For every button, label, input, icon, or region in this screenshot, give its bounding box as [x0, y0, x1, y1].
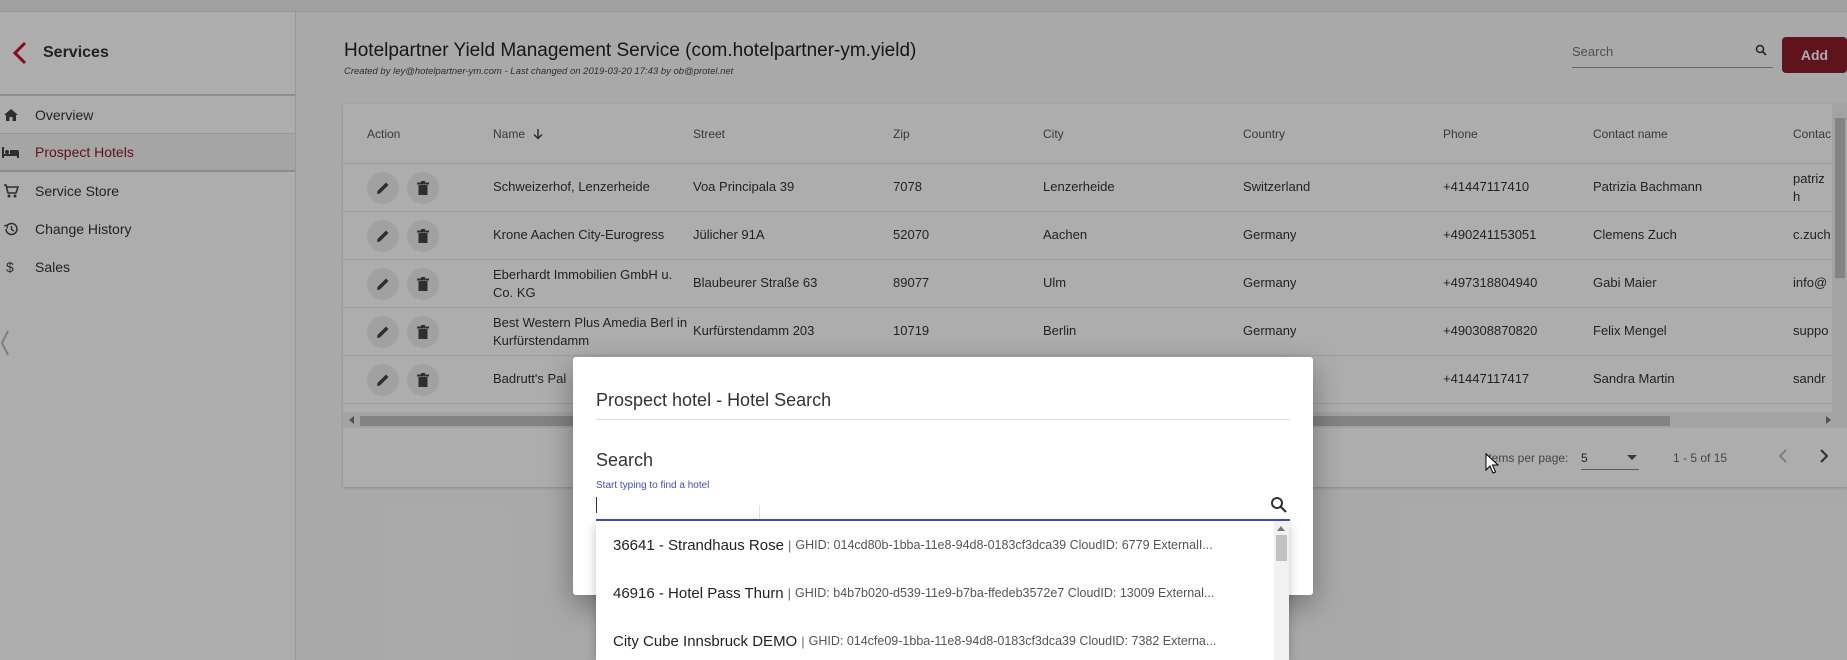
scroll-up-icon[interactable]: [1277, 525, 1285, 531]
search-icon[interactable]: [1270, 496, 1288, 514]
option-separator: |: [801, 633, 805, 649]
hotel-search-input[interactable]: [596, 491, 1236, 519]
search-field-hint: Start typing to find a hotel: [596, 480, 710, 491]
option-title: 36641 - Strandhaus Rose: [613, 536, 784, 554]
autocomplete-option[interactable]: City Cube Innsbruck DEMO | GHID: 014cfe0…: [596, 617, 1274, 660]
app-root: Services Overview Prospect Hotels Servic…: [0, 0, 1847, 660]
autocomplete-option[interactable]: 46916 - Hotel Pass Thurn | GHID: b4b7b02…: [596, 569, 1274, 617]
option-details: GHID: b4b7b020-d539-11e9-b7ba-ffedeb3572…: [795, 586, 1215, 600]
option-details: GHID: 014cd80b-1bba-11e8-94d8-0183cf3dca…: [795, 538, 1213, 552]
dialog-title: Prospect hotel - Hotel Search: [596, 390, 832, 410]
input-divider: [759, 505, 760, 519]
text-caret: [596, 497, 597, 513]
hotel-autocomplete-panel: 36641 - Strandhaus Rose | GHID: 014cd80b…: [596, 521, 1289, 660]
option-separator: |: [787, 537, 792, 553]
hotel-search-field: [596, 491, 1290, 521]
dialog-divider: [596, 419, 1290, 420]
autocomplete-option[interactable]: 36641 - Strandhaus Rose | GHID: 014cd80b…: [596, 521, 1274, 569]
option-details: GHID: 014cfe09-1bba-11e8-94d8-0183cf3dca…: [808, 634, 1217, 648]
autocomplete-scroll-thumb[interactable]: [1276, 535, 1287, 561]
option-title: 46916 - Hotel Pass Thurn: [613, 584, 784, 602]
autocomplete-scrollbar[interactable]: [1274, 521, 1289, 660]
option-separator: |: [787, 585, 792, 601]
option-title: City Cube Innsbruck DEMO: [613, 632, 798, 650]
dialog-search-heading: Search: [596, 450, 654, 470]
mouse-cursor-icon: [1485, 453, 1499, 474]
